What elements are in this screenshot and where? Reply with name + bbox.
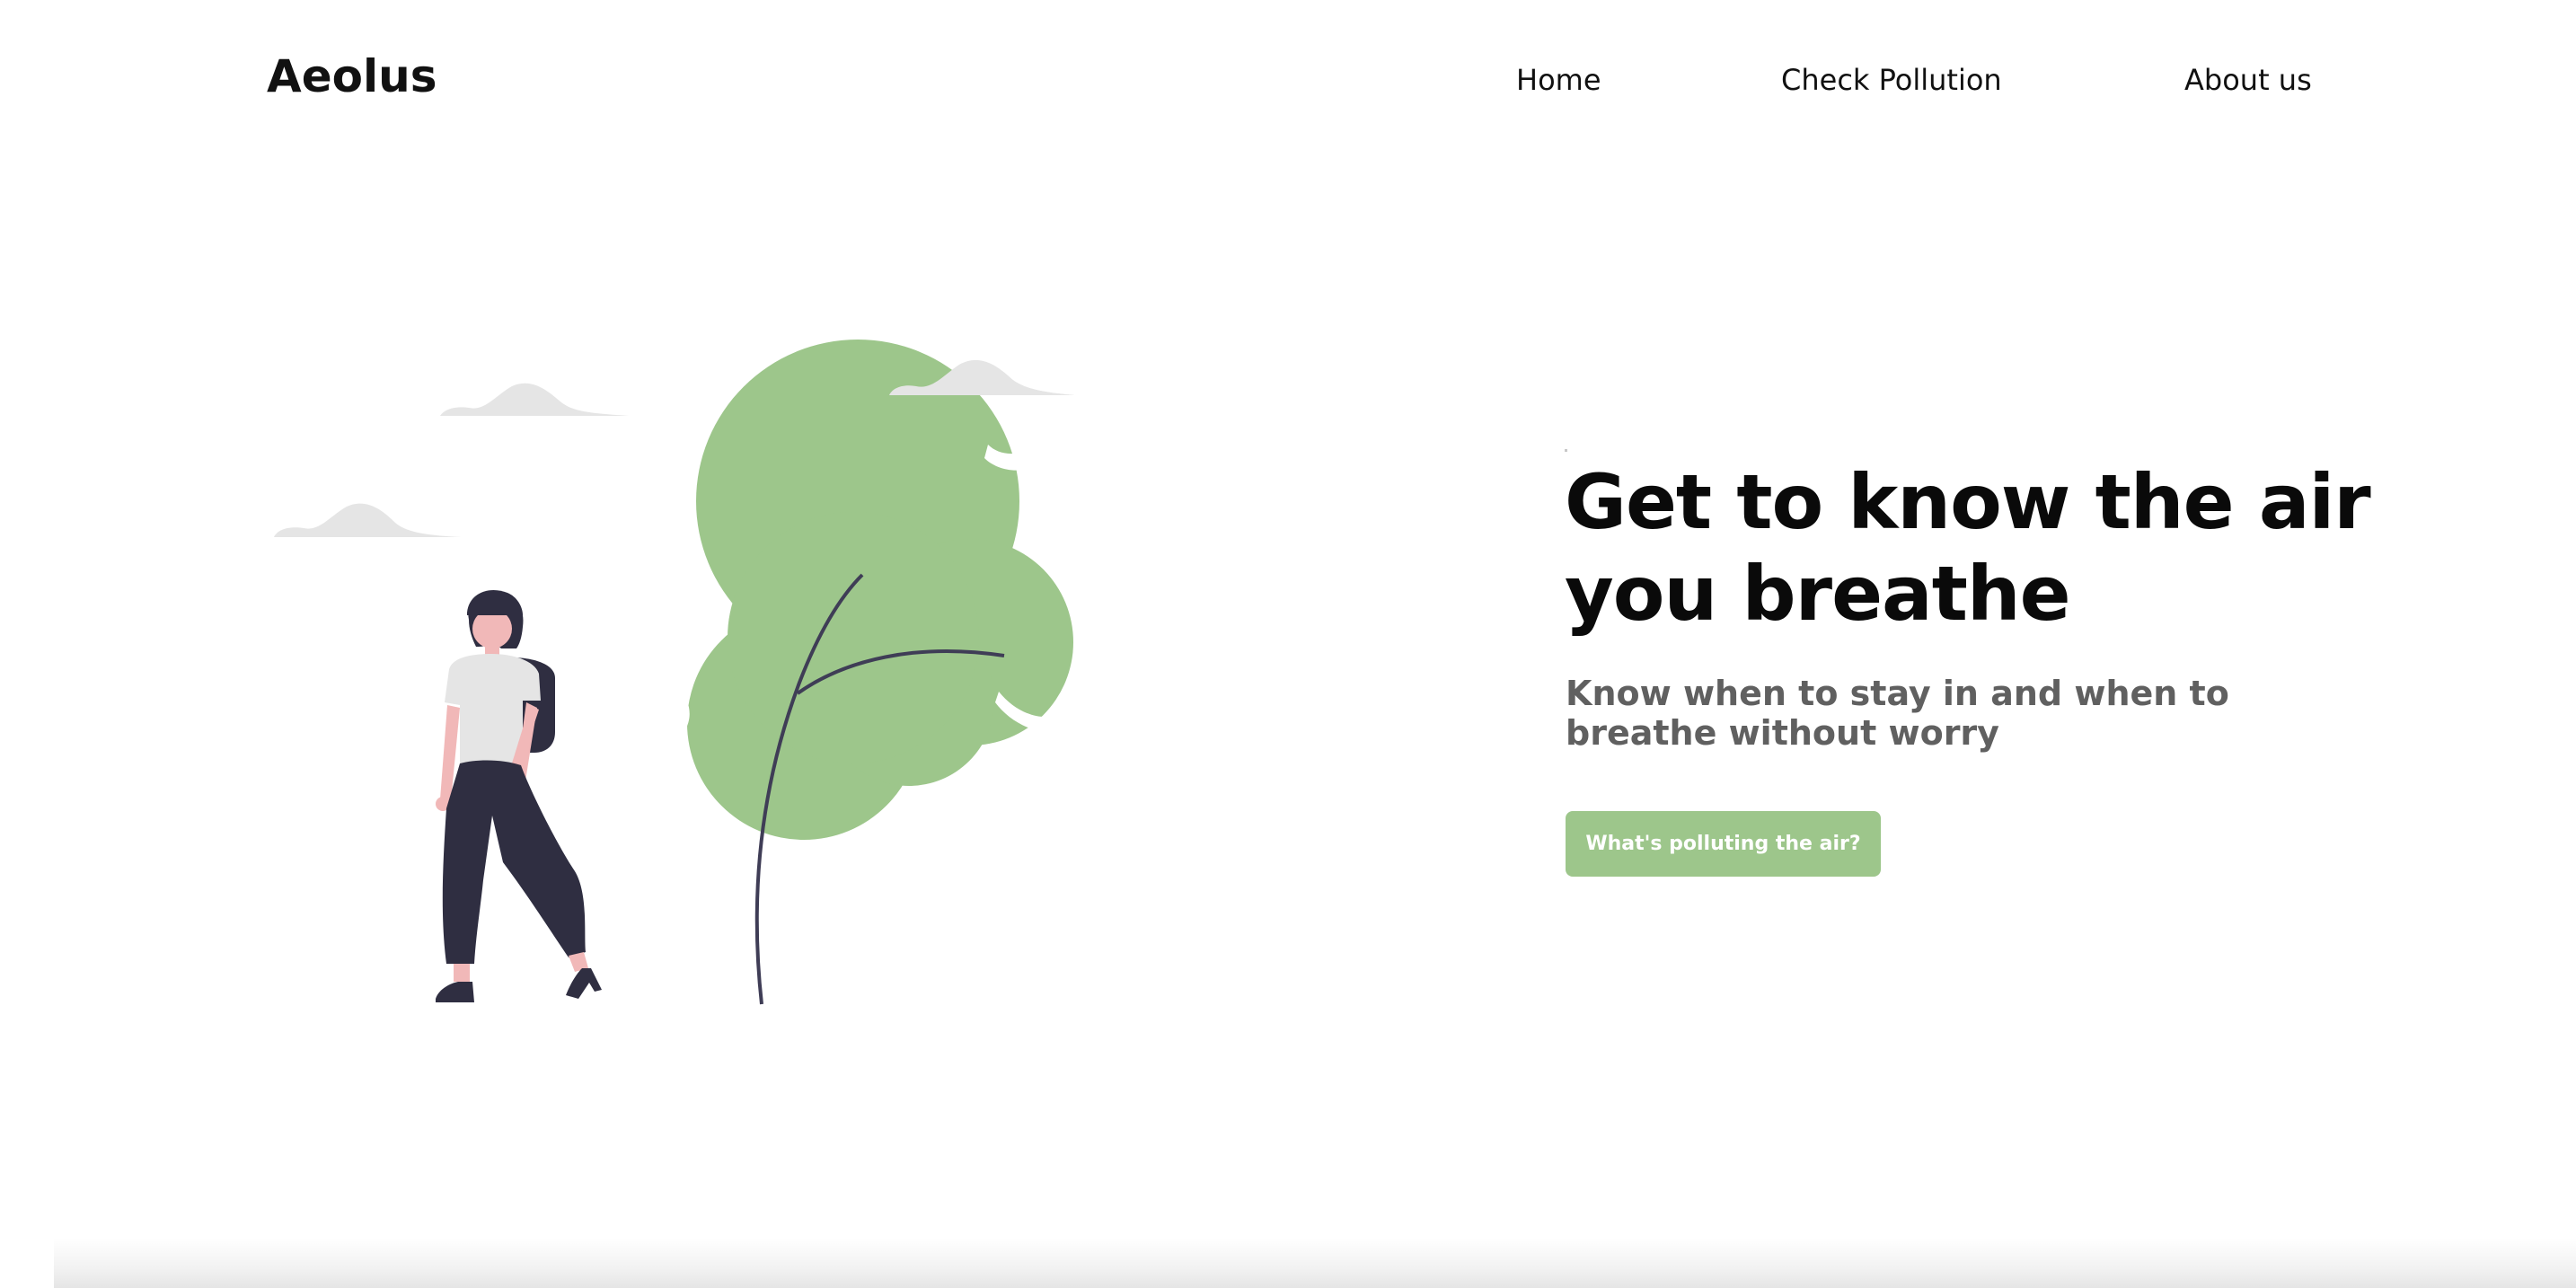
nav-link-home[interactable]: Home	[1516, 63, 1601, 97]
cloud-icon	[440, 383, 629, 416]
hero-title: Get to know the air you breathe	[1565, 458, 2371, 638]
brand-logo[interactable]: Aeolus	[267, 50, 437, 102]
woman-tree-wind-illustration	[274, 340, 1074, 1005]
hero-decor-dot	[1565, 449, 1567, 452]
nav-link-check-pollution[interactable]: Check Pollution	[1781, 63, 2002, 97]
tree-icon	[687, 340, 1073, 840]
cloud-icon	[274, 503, 462, 537]
woman-icon	[436, 589, 602, 1002]
top-navigation: Aeolus Home Check Pollution About us	[0, 0, 2576, 162]
nav-link-about-us[interactable]: About us	[2184, 63, 2312, 97]
hero-illustration	[260, 323, 1105, 1015]
hero-subtitle: Know when to stay in and when to breathe…	[1566, 674, 2229, 753]
landing-page: Aeolus Home Check Pollution About us Get…	[0, 0, 2576, 1288]
whats-polluting-button[interactable]: What's polluting the air?	[1566, 811, 1881, 877]
section-divider-shadow	[54, 1238, 2576, 1288]
